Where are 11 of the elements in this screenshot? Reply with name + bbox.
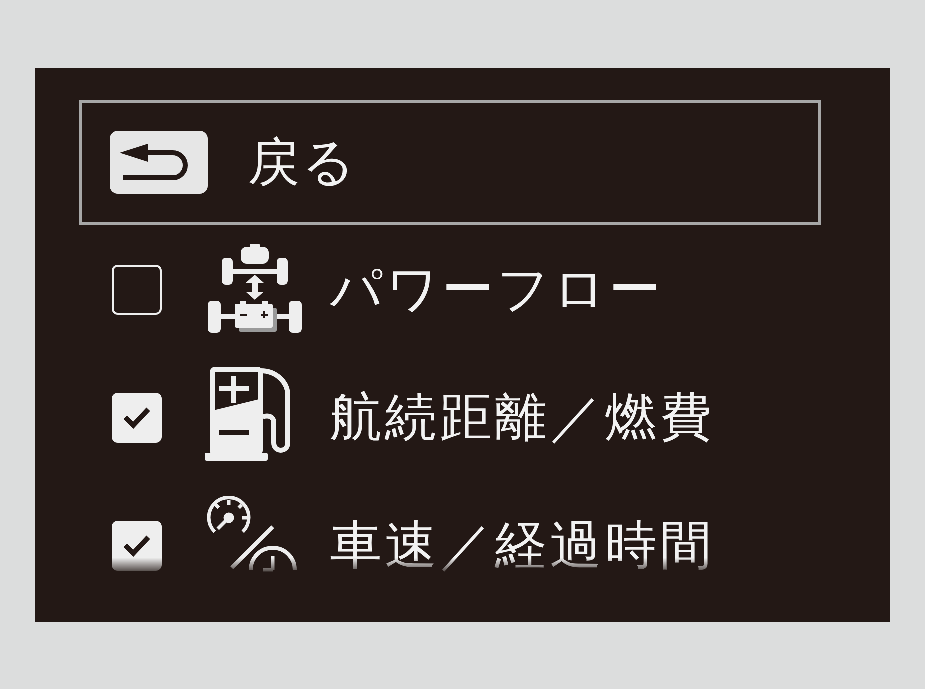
option-label: 航続距離／燃費 [330, 392, 715, 444]
option-label: パワーフロー [330, 264, 664, 316]
checkmark-icon [123, 407, 151, 429]
back-button[interactable]: 戻る [79, 100, 821, 225]
speedometer-clock-icon [205, 496, 299, 572]
checkmark-icon [123, 535, 151, 557]
checkbox[interactable] [112, 521, 162, 571]
checkbox[interactable] [112, 265, 162, 315]
option-label: 車速／経過時間 [330, 520, 715, 572]
checkbox[interactable] [112, 393, 162, 443]
car-chassis-icon [205, 244, 305, 336]
